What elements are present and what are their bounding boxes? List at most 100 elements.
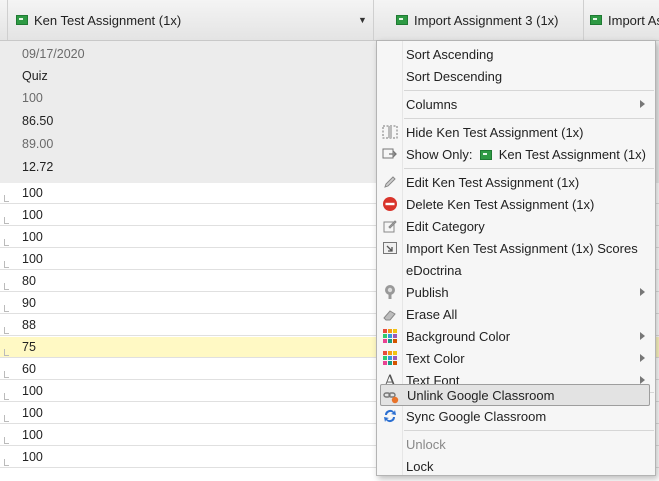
menu-columns[interactable]: Columns: [377, 93, 655, 115]
menu-import-scores[interactable]: Import Ken Test Assignment (1x) Scores: [377, 237, 655, 259]
menu-sort-ascending[interactable]: Sort Ascending: [377, 43, 655, 65]
assignment-category: Quiz: [22, 69, 48, 83]
row-marker-icon: [4, 371, 9, 378]
row-marker-icon: [4, 415, 9, 422]
column-context-menu: Sort Ascending Sort Descending Columns H…: [376, 40, 656, 476]
score-cell[interactable]: 88: [22, 315, 36, 336]
delete-icon: [381, 195, 399, 213]
eraser-icon: [381, 305, 399, 323]
menu-background-color[interactable]: Background Color: [377, 325, 655, 347]
menu-label: Edit Category: [406, 218, 485, 234]
score-cell[interactable]: 100: [22, 205, 43, 226]
score-cell[interactable]: 90: [22, 293, 36, 314]
menu-separator: [404, 430, 654, 431]
menu-delete-assignment[interactable]: Delete Ken Test Assignment (1x): [377, 193, 655, 215]
show-only-prefix: Show Only:: [406, 146, 473, 162]
column-title: Ken Test Assignment (1x): [34, 12, 182, 28]
menu-erase-all[interactable]: Erase All: [377, 303, 655, 325]
score-cell[interactable]: 100: [22, 227, 43, 248]
menu-unlink-google-classroom[interactable]: Unlink Google Classroom: [380, 384, 650, 406]
row-marker-icon: [4, 195, 9, 202]
menu-hide-column[interactable]: Hide Ken Test Assignment (1x): [377, 121, 655, 143]
score-cell[interactable]: 100: [22, 183, 43, 204]
submenu-arrow-icon: [640, 100, 645, 108]
row-marker-icon: [4, 437, 9, 444]
menu-text-color[interactable]: Text Color: [377, 347, 655, 369]
hide-column-icon: [381, 123, 399, 141]
menu-edit-category[interactable]: Edit Category: [377, 215, 655, 237]
menu-separator: [404, 118, 654, 119]
row-marker-icon: [4, 239, 9, 246]
gradebook-header: Ken Test Assignment (1x) ▼ Import Assign…: [0, 0, 659, 41]
row-marker-icon: [4, 283, 9, 290]
score-cell[interactable]: 80: [22, 271, 36, 292]
menu-edit-assignment[interactable]: Edit Ken Test Assignment (1x): [377, 171, 655, 193]
score-cell[interactable]: 100: [22, 249, 43, 270]
import-icon: [381, 239, 399, 257]
menu-label: Show Only: Ken Test Assignment (1x): [406, 147, 646, 162]
row-marker-icon: [4, 305, 9, 312]
row-marker-icon: [4, 217, 9, 224]
header-left-stub: [0, 0, 8, 40]
edit-category-icon: [381, 217, 399, 235]
assignment-date: 09/17/2020: [22, 47, 85, 61]
unlink-icon: [382, 387, 400, 405]
menu-label: Background Color: [406, 328, 511, 344]
assignment-average: 86.50: [22, 114, 54, 128]
score-cell[interactable]: 100: [22, 447, 43, 468]
assignment-points: 100: [22, 91, 43, 105]
chevron-down-icon[interactable]: ▼: [358, 15, 367, 25]
show-only-icon: [381, 145, 399, 163]
menu-sync-google-classroom[interactable]: Sync Google Classroom: [377, 405, 655, 427]
sync-icon: [381, 407, 399, 425]
menu-label: Hide Ken Test Assignment (1x): [406, 124, 584, 140]
submenu-arrow-icon: [640, 332, 645, 340]
menu-label: Unlink Google Classroom: [407, 387, 555, 403]
row-marker-icon: [4, 459, 9, 466]
color-grid-icon: [381, 327, 399, 345]
menu-unlock: Unlock: [377, 433, 655, 455]
menu-separator: [404, 168, 654, 169]
submenu-arrow-icon: [640, 354, 645, 362]
google-classroom-icon: [396, 15, 408, 25]
menu-label: Sort Descending: [406, 68, 503, 84]
google-classroom-icon: [480, 150, 493, 161]
row-marker-icon: [4, 349, 9, 356]
menu-separator: [404, 90, 654, 91]
menu-label: Lock: [406, 458, 434, 474]
row-marker-icon: [4, 327, 9, 334]
menu-label: Delete Ken Test Assignment (1x): [406, 196, 595, 212]
pencil-icon: [381, 173, 399, 191]
color-grid-icon: [381, 349, 399, 367]
menu-show-only[interactable]: Show Only: Ken Test Assignment (1x): [377, 143, 655, 165]
menu-sort-descending[interactable]: Sort Descending: [377, 65, 655, 87]
menu-lock[interactable]: Lock: [377, 455, 655, 477]
score-cell[interactable]: 75: [22, 337, 36, 358]
score-cell[interactable]: 100: [22, 425, 43, 446]
submenu-arrow-icon: [640, 288, 645, 296]
assignment-std-dev: 12.72: [22, 160, 54, 174]
google-classroom-icon: [590, 15, 602, 25]
score-cell[interactable]: 60: [22, 359, 36, 380]
column-header-import-next[interactable]: Import As: [584, 0, 659, 40]
google-classroom-icon: [16, 15, 28, 25]
column-title: Import As: [608, 12, 659, 28]
menu-label: Sort Ascending: [406, 46, 494, 62]
menu-publish[interactable]: Publish: [377, 281, 655, 303]
score-cell[interactable]: 100: [22, 381, 43, 402]
publish-icon: [381, 283, 399, 301]
menu-label: Sync Google Classroom: [406, 408, 547, 424]
menu-label: Erase All: [406, 306, 458, 322]
row-marker-icon: [4, 393, 9, 400]
menu-label: eDoctrina: [406, 262, 462, 278]
menu-edoctrina[interactable]: eDoctrina: [377, 259, 655, 281]
show-only-target: Ken Test Assignment (1x): [498, 146, 646, 162]
menu-label: Edit Ken Test Assignment (1x): [406, 174, 580, 190]
menu-label: Publish: [406, 284, 449, 300]
column-header-ken-test[interactable]: Ken Test Assignment (1x) ▼: [8, 0, 374, 40]
menu-label: Unlock: [406, 436, 446, 452]
score-cell[interactable]: 100: [22, 403, 43, 424]
menu-label: Columns: [406, 96, 458, 112]
assignment-median: 89.00: [22, 137, 54, 151]
column-header-import-3[interactable]: Import Assignment 3 (1x): [374, 0, 584, 40]
